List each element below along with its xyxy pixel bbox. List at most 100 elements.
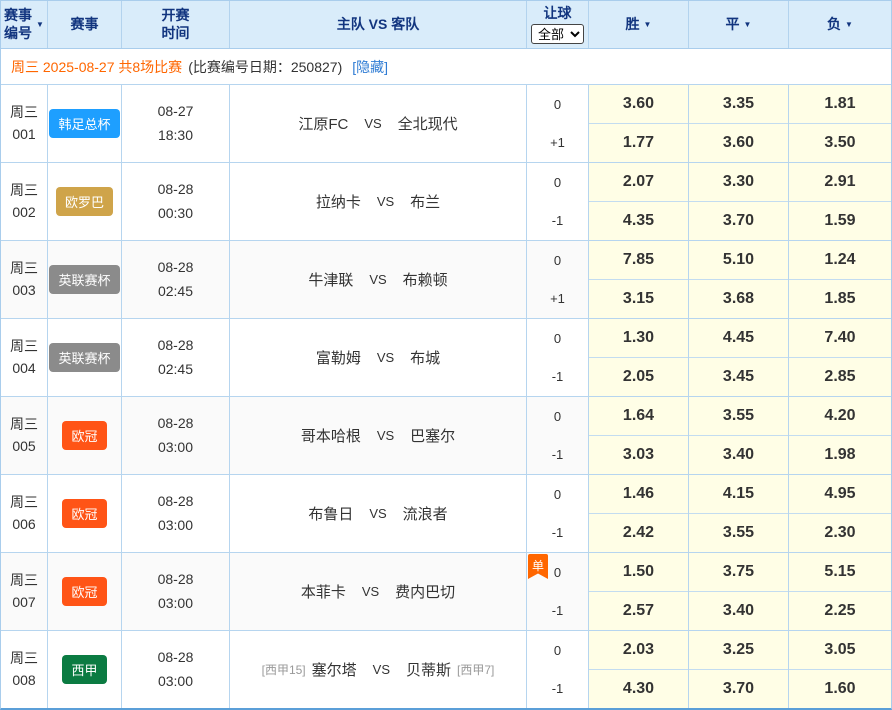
odds-lose-line2[interactable]: 1.98	[789, 436, 891, 474]
odds-win-line2[interactable]: 1.77	[589, 124, 688, 162]
odds-draw-line1[interactable]: 3.75	[689, 553, 788, 592]
vs-label: VS	[377, 428, 394, 443]
header-lose[interactable]: 负 ▼	[789, 1, 891, 48]
vs-label: VS	[362, 584, 379, 599]
odds-lose-line1[interactable]: 3.05	[789, 631, 891, 670]
odds-win-line2[interactable]: 3.15	[589, 280, 688, 318]
odds-win-line1[interactable]: 2.03	[589, 631, 688, 670]
hide-link[interactable]: [隐藏]	[352, 57, 388, 77]
draw-odds-cell: 3.75 3.40	[689, 553, 789, 630]
vs-label: VS	[369, 272, 386, 287]
header-league: 赛事	[48, 1, 122, 48]
odds-win-line2[interactable]: 2.42	[589, 514, 688, 552]
odds-win-line1[interactable]: 2.07	[589, 163, 688, 202]
win-odds-cell: 1.64 3.03	[589, 397, 689, 474]
home-team: 哥本哈根	[301, 425, 361, 446]
odds-win-line2[interactable]: 4.35	[589, 202, 688, 240]
header-win[interactable]: 胜 ▼	[589, 1, 689, 48]
odds-lose-line1[interactable]: 4.95	[789, 475, 891, 514]
odds-lose-line1[interactable]: 5.15	[789, 553, 891, 592]
teams-cell: 布鲁日 VS 流浪者	[230, 475, 527, 552]
handicap-cell: 0 -1	[527, 475, 589, 552]
odds-draw-line2[interactable]: 3.40	[689, 436, 788, 474]
teams-cell: 哥本哈根 VS 巴塞尔	[230, 397, 527, 474]
odds-draw-line2[interactable]: 3.60	[689, 124, 788, 162]
odds-lose-line1[interactable]: 7.40	[789, 319, 891, 358]
league-cell: 英联赛杯	[48, 319, 122, 396]
teams-cell: 牛津联 VS 布赖顿	[230, 241, 527, 318]
lose-odds-cell: 1.24 1.85	[789, 241, 891, 318]
odds-lose-line2[interactable]: 2.30	[789, 514, 891, 552]
vs-label: VS	[369, 506, 386, 521]
league-badge: 欧罗巴	[56, 187, 113, 216]
win-odds-cell: 7.85 3.15	[589, 241, 689, 318]
odds-draw-line1[interactable]: 3.35	[689, 85, 788, 124]
odds-win-line1[interactable]: 3.60	[589, 85, 688, 124]
date-info: 周三 2025-08-27 共8场比赛	[11, 57, 182, 77]
teams-cell: 本菲卡 VS 费内巴切	[230, 553, 527, 630]
match-number-cell: 周三001	[1, 85, 48, 162]
odds-draw-line1[interactable]: 3.55	[689, 397, 788, 436]
handicap-cell: 0 -1	[527, 319, 589, 396]
match-row: 周三006 欧冠 08-2803:00 布鲁日 VS 流浪者 0 -1 1.46	[1, 475, 891, 553]
odds-lose-line2[interactable]: 1.85	[789, 280, 891, 318]
match-row: 周三005 欧冠 08-2803:00 哥本哈根 VS 巴塞尔 0 -1 1.6…	[1, 397, 891, 475]
odds-win-line1[interactable]: 1.50	[589, 553, 688, 592]
odds-draw-line2[interactable]: 3.68	[689, 280, 788, 318]
odds-win-line1[interactable]: 1.64	[589, 397, 688, 436]
odds-draw-line2[interactable]: 3.40	[689, 592, 788, 630]
header-match-no[interactable]: 赛事 编号 ▼	[1, 1, 48, 48]
sort-arrow-icon: ▼	[36, 20, 44, 30]
odds-win-line2[interactable]: 2.05	[589, 358, 688, 396]
odds-draw-line1[interactable]: 4.45	[689, 319, 788, 358]
handicap-filter-select[interactable]: 全部	[531, 24, 584, 44]
league-badge: 英联赛杯	[49, 343, 119, 372]
odds-win-line1[interactable]: 1.46	[589, 475, 688, 514]
odds-win-line1[interactable]: 7.85	[589, 241, 688, 280]
league-badge: 欧冠	[62, 577, 106, 606]
header-handicap: 让球 全部	[527, 1, 589, 48]
league-badge: 韩足总杯	[49, 109, 119, 138]
odds-draw-line2[interactable]: 3.55	[689, 514, 788, 552]
odds-lose-line2[interactable]: 2.25	[789, 592, 891, 630]
odds-draw-line1[interactable]: 3.25	[689, 631, 788, 670]
odds-lose-line1[interactable]: 4.20	[789, 397, 891, 436]
draw-odds-cell: 4.45 3.45	[689, 319, 789, 396]
odds-draw-line2[interactable]: 3.70	[689, 202, 788, 240]
odds-win-line2[interactable]: 3.03	[589, 436, 688, 474]
header-time-line1: 开赛	[162, 7, 190, 25]
match-row: 周三003 英联赛杯 08-2802:45 牛津联 VS 布赖顿 0 +1 7.…	[1, 241, 891, 319]
sort-arrow-icon: ▼	[644, 20, 652, 30]
odds-lose-line2[interactable]: 1.59	[789, 202, 891, 240]
draw-odds-cell: 3.25 3.70	[689, 631, 789, 708]
teams-cell: 富勒姆 VS 布城	[230, 319, 527, 396]
handicap-cell: 0 -1	[527, 397, 589, 474]
draw-odds-cell: 3.55 3.40	[689, 397, 789, 474]
odds-draw-line1[interactable]: 3.30	[689, 163, 788, 202]
odds-win-line2[interactable]: 2.57	[589, 592, 688, 630]
league-cell: 英联赛杯	[48, 241, 122, 318]
away-team: 全北现代	[398, 113, 458, 134]
lose-odds-cell: 4.95 2.30	[789, 475, 891, 552]
time-cell: 08-2718:30	[122, 85, 230, 162]
odds-win-line1[interactable]: 1.30	[589, 319, 688, 358]
odds-draw-line2[interactable]: 3.45	[689, 358, 788, 396]
odds-lose-line1[interactable]: 1.81	[789, 85, 891, 124]
odds-lose-line1[interactable]: 1.24	[789, 241, 891, 280]
lose-odds-cell: 7.40 2.85	[789, 319, 891, 396]
odds-lose-line2[interactable]: 1.60	[789, 670, 891, 708]
odds-draw-line1[interactable]: 5.10	[689, 241, 788, 280]
odds-win-line2[interactable]: 4.30	[589, 670, 688, 708]
odds-lose-line2[interactable]: 2.85	[789, 358, 891, 396]
away-team: 贝蒂斯	[406, 659, 451, 680]
header-draw[interactable]: 平 ▼	[689, 1, 789, 48]
odds-draw-line2[interactable]: 3.70	[689, 670, 788, 708]
odds-lose-line2[interactable]: 3.50	[789, 124, 891, 162]
odds-lose-line1[interactable]: 2.91	[789, 163, 891, 202]
match-number-cell: 周三006	[1, 475, 48, 552]
time-cell: 08-2803:00	[122, 631, 230, 708]
header-teams: 主队 VS 客队	[230, 1, 527, 48]
home-team: 江原FC	[298, 113, 348, 134]
match-row: 周三001 韩足总杯 08-2718:30 江原FC VS 全北现代 0 +1 …	[1, 85, 891, 163]
odds-draw-line1[interactable]: 4.15	[689, 475, 788, 514]
